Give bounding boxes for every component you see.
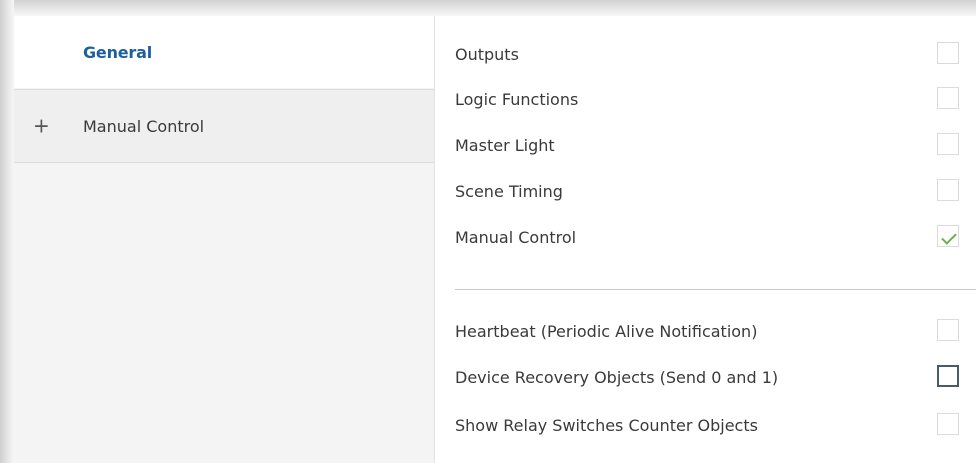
param-row-relay-counter: Show Relay Switches Counter Objects [455, 410, 959, 440]
param-label: Logic Functions [455, 89, 579, 109]
param-row-heartbeat: Heartbeat (Periodic Alive Notification) [455, 316, 959, 346]
master-light-checkbox[interactable] [937, 133, 959, 155]
sidebar-item-general[interactable]: General [14, 16, 434, 88]
logic-functions-checkbox[interactable] [937, 87, 959, 109]
sidebar-item-label: Manual Control [83, 116, 205, 136]
param-label: Device Recovery Objects (Send 0 and 1) [455, 367, 779, 387]
scene-timing-checkbox[interactable] [937, 179, 959, 201]
param-label: Manual Control [455, 227, 577, 247]
device-recovery-checkbox[interactable] [937, 365, 959, 387]
param-row-outputs: Outputs [455, 39, 959, 69]
sidebar-item-label: General [83, 42, 152, 62]
param-row-logic-functions: Logic Functions [455, 84, 959, 114]
relay-counter-checkbox[interactable] [937, 413, 959, 435]
param-row-manual-control: Manual Control [455, 222, 959, 252]
param-label: Master Light [455, 135, 555, 155]
parameters-window: General + Manual Control Outputs Logic F… [14, 16, 976, 463]
outputs-checkbox[interactable] [937, 42, 959, 64]
param-label: Scene Timing [455, 181, 563, 201]
param-row-master-light: Master Light [455, 130, 959, 160]
param-row-scene-timing: Scene Timing [455, 176, 959, 206]
main-panel: Outputs Logic Functions Master Light Sce… [435, 16, 976, 463]
param-label: Heartbeat (Periodic Alive Notification) [455, 321, 758, 341]
expand-plus-icon[interactable]: + [33, 114, 50, 138]
param-row-device-recovery: Device Recovery Objects (Send 0 and 1) [455, 362, 959, 392]
param-label: Outputs [455, 44, 519, 64]
section-divider [455, 289, 976, 290]
manual-control-checkbox[interactable] [937, 225, 959, 247]
sidebar: General + Manual Control [14, 16, 434, 463]
sidebar-item-manual-control[interactable]: + Manual Control [14, 89, 434, 163]
heartbeat-checkbox[interactable] [937, 319, 959, 341]
window-frame-left [0, 0, 14, 463]
window-frame-top [0, 0, 976, 16]
param-label: Show Relay Switches Counter Objects [455, 415, 758, 435]
checkmark-icon [941, 229, 957, 245]
